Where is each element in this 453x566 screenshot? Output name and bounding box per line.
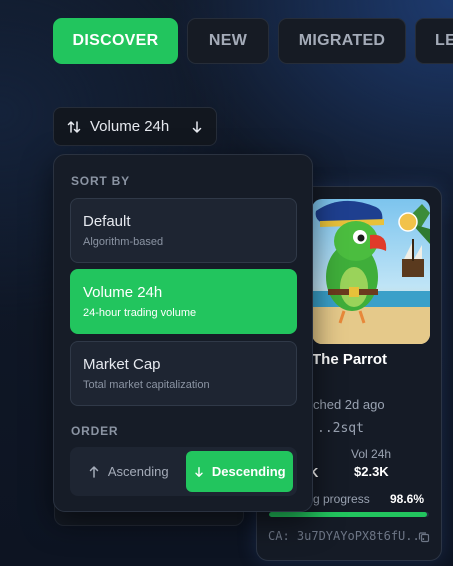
sort-trigger-label: Volume 24h [90, 118, 170, 135]
sort-option-title: Default [83, 213, 131, 230]
copy-icon[interactable] [418, 531, 430, 543]
order-ascending-button[interactable]: Ascending [74, 451, 182, 492]
sort-option-volume-24h[interactable]: Volume 24h 24-hour trading volume [70, 269, 297, 334]
tab-new[interactable]: NEW [187, 18, 269, 64]
order-descending-label: Descending [211, 464, 286, 479]
sort-option-description: 24-hour trading volume [83, 307, 197, 319]
bonding-progress-bar [269, 512, 429, 517]
sort-dropdown-menu: SORT BY Default Algorithm-based Volume 2… [53, 154, 313, 512]
order-heading: ORDER [71, 424, 119, 438]
token-address-short: ..2sqt [317, 421, 364, 436]
sort-option-market-cap[interactable]: Market Cap Total market capitalization [70, 341, 297, 406]
tab-bar: DISCOVER NEW MIGRATED LE [53, 18, 453, 64]
sort-option-description: Algorithm-based [83, 236, 164, 248]
bonding-progress-fill [269, 512, 427, 517]
sort-dropdown-trigger[interactable]: Volume 24h [53, 107, 217, 146]
bonding-progress-label: g progress [313, 492, 370, 506]
order-descending-button[interactable]: Descending [185, 451, 293, 492]
order-ascending-label: Ascending [107, 464, 169, 479]
arrow-up-icon [87, 465, 101, 479]
contract-address: CA: 3u7DYAYoPX8t6fU... [268, 529, 427, 543]
volume-value: $2.3K [354, 464, 389, 479]
tab-migrated[interactable]: MIGRATED [278, 18, 406, 64]
tab-discover[interactable]: DISCOVER [53, 18, 178, 64]
token-launched-time: ched 2d ago [313, 397, 385, 412]
token-name: The Parrot [312, 351, 388, 368]
sort-option-default[interactable]: Default Algorithm-based [70, 198, 297, 263]
tab-leaderboard[interactable]: LE [415, 18, 453, 64]
arrow-down-icon [190, 120, 204, 134]
sort-by-heading: SORT BY [71, 174, 130, 188]
order-toggle: Ascending Descending [70, 447, 297, 496]
sort-arrows-icon [66, 119, 82, 135]
arrow-down-icon [193, 466, 205, 478]
bonding-progress-percent: 98.6% [390, 492, 425, 506]
volume-label: Vol 24h [351, 447, 392, 461]
token-image [312, 199, 430, 344]
sort-option-title: Volume 24h [83, 284, 163, 301]
sort-option-title: Market Cap [83, 356, 161, 373]
sort-option-description: Total market capitalization [83, 379, 210, 391]
